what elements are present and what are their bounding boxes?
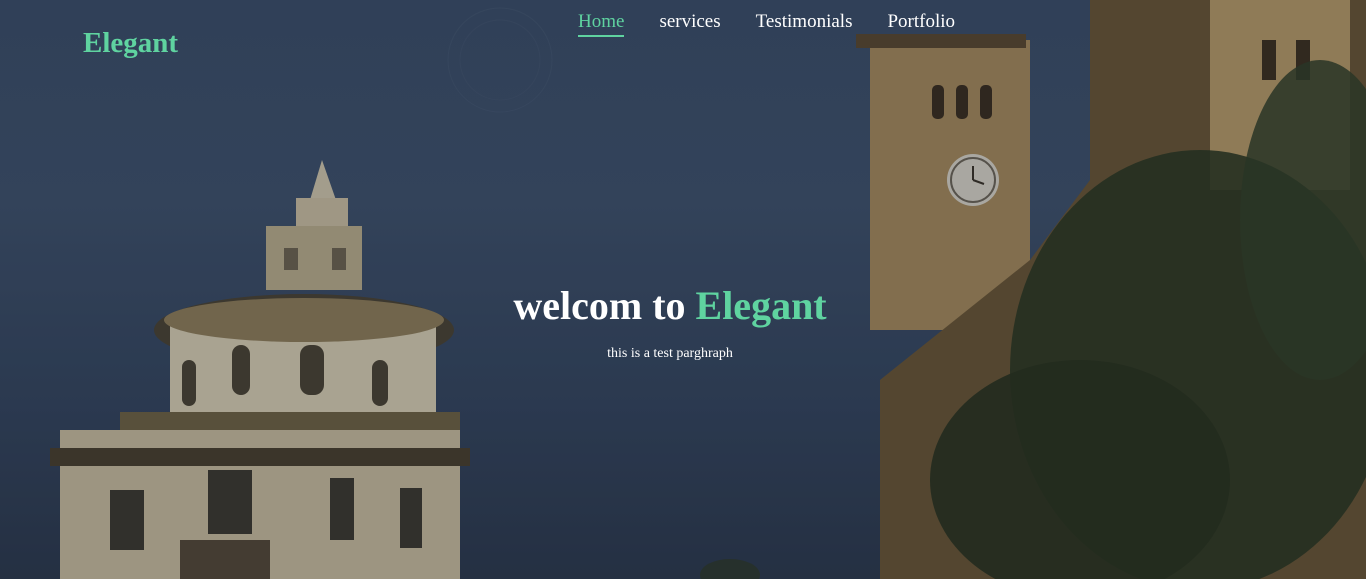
main-navigation: Home services Testimonials Portfolio	[578, 10, 955, 37]
nav-link-testimonials[interactable]: Testimonials	[756, 10, 853, 34]
nav-item-testimonials: Testimonials	[756, 10, 853, 37]
hero-title-accent: Elegant	[695, 283, 827, 328]
hero-content: welcom to Elegant this is a test parghra…	[400, 283, 940, 363]
hero-title: welcom to Elegant	[400, 283, 940, 329]
brand-logo[interactable]: Elegant	[83, 26, 178, 60]
nav-link-services[interactable]: services	[659, 10, 720, 34]
nav-link-home[interactable]: Home	[578, 10, 625, 37]
nav-link-portfolio[interactable]: Portfolio	[887, 10, 955, 34]
nav-item-home: Home	[578, 10, 625, 37]
hero-subtitle: this is a test parghraph	[607, 346, 733, 361]
hero-title-prefix: welcom to	[513, 283, 686, 328]
nav-item-portfolio: Portfolio	[887, 10, 955, 37]
nav-item-services: services	[659, 10, 720, 37]
hero-section: Elegant Home services Testimonials Portf…	[0, 0, 1366, 579]
